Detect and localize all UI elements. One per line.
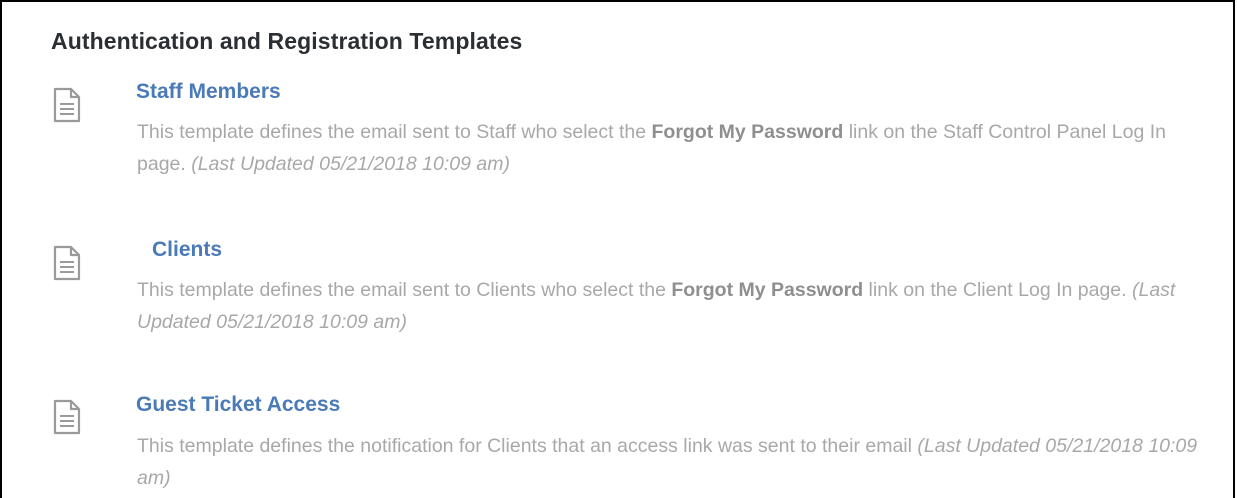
template-description: This template defines the email sent to … <box>137 116 1217 180</box>
template-description: This template defines the notification f… <box>137 430 1217 494</box>
template-link-guest-ticket-access[interactable]: Guest Ticket Access <box>136 393 340 417</box>
template-description: This template defines the email sent to … <box>137 274 1217 338</box>
last-updated-text: (Last Updated 05/21/2018 10:09 am) <box>191 153 510 175</box>
section-title: Authentication and Registration Template… <box>51 28 523 54</box>
description-emphasis: Forgot My Password <box>671 279 864 301</box>
description-text: This template defines the email sent to … <box>137 121 652 143</box>
description-emphasis: Forgot My Password <box>651 121 844 143</box>
document-icon <box>53 399 81 435</box>
document-icon <box>53 87 81 123</box>
description-text: link on the Client Log In page. <box>863 279 1132 301</box>
document-icon <box>53 245 81 281</box>
description-text: This template defines the email sent to … <box>137 279 672 301</box>
description-text: This template defines the notification f… <box>137 435 918 457</box>
template-link-clients[interactable]: Clients <box>152 238 222 262</box>
template-link-staff-members[interactable]: Staff Members <box>136 80 281 104</box>
